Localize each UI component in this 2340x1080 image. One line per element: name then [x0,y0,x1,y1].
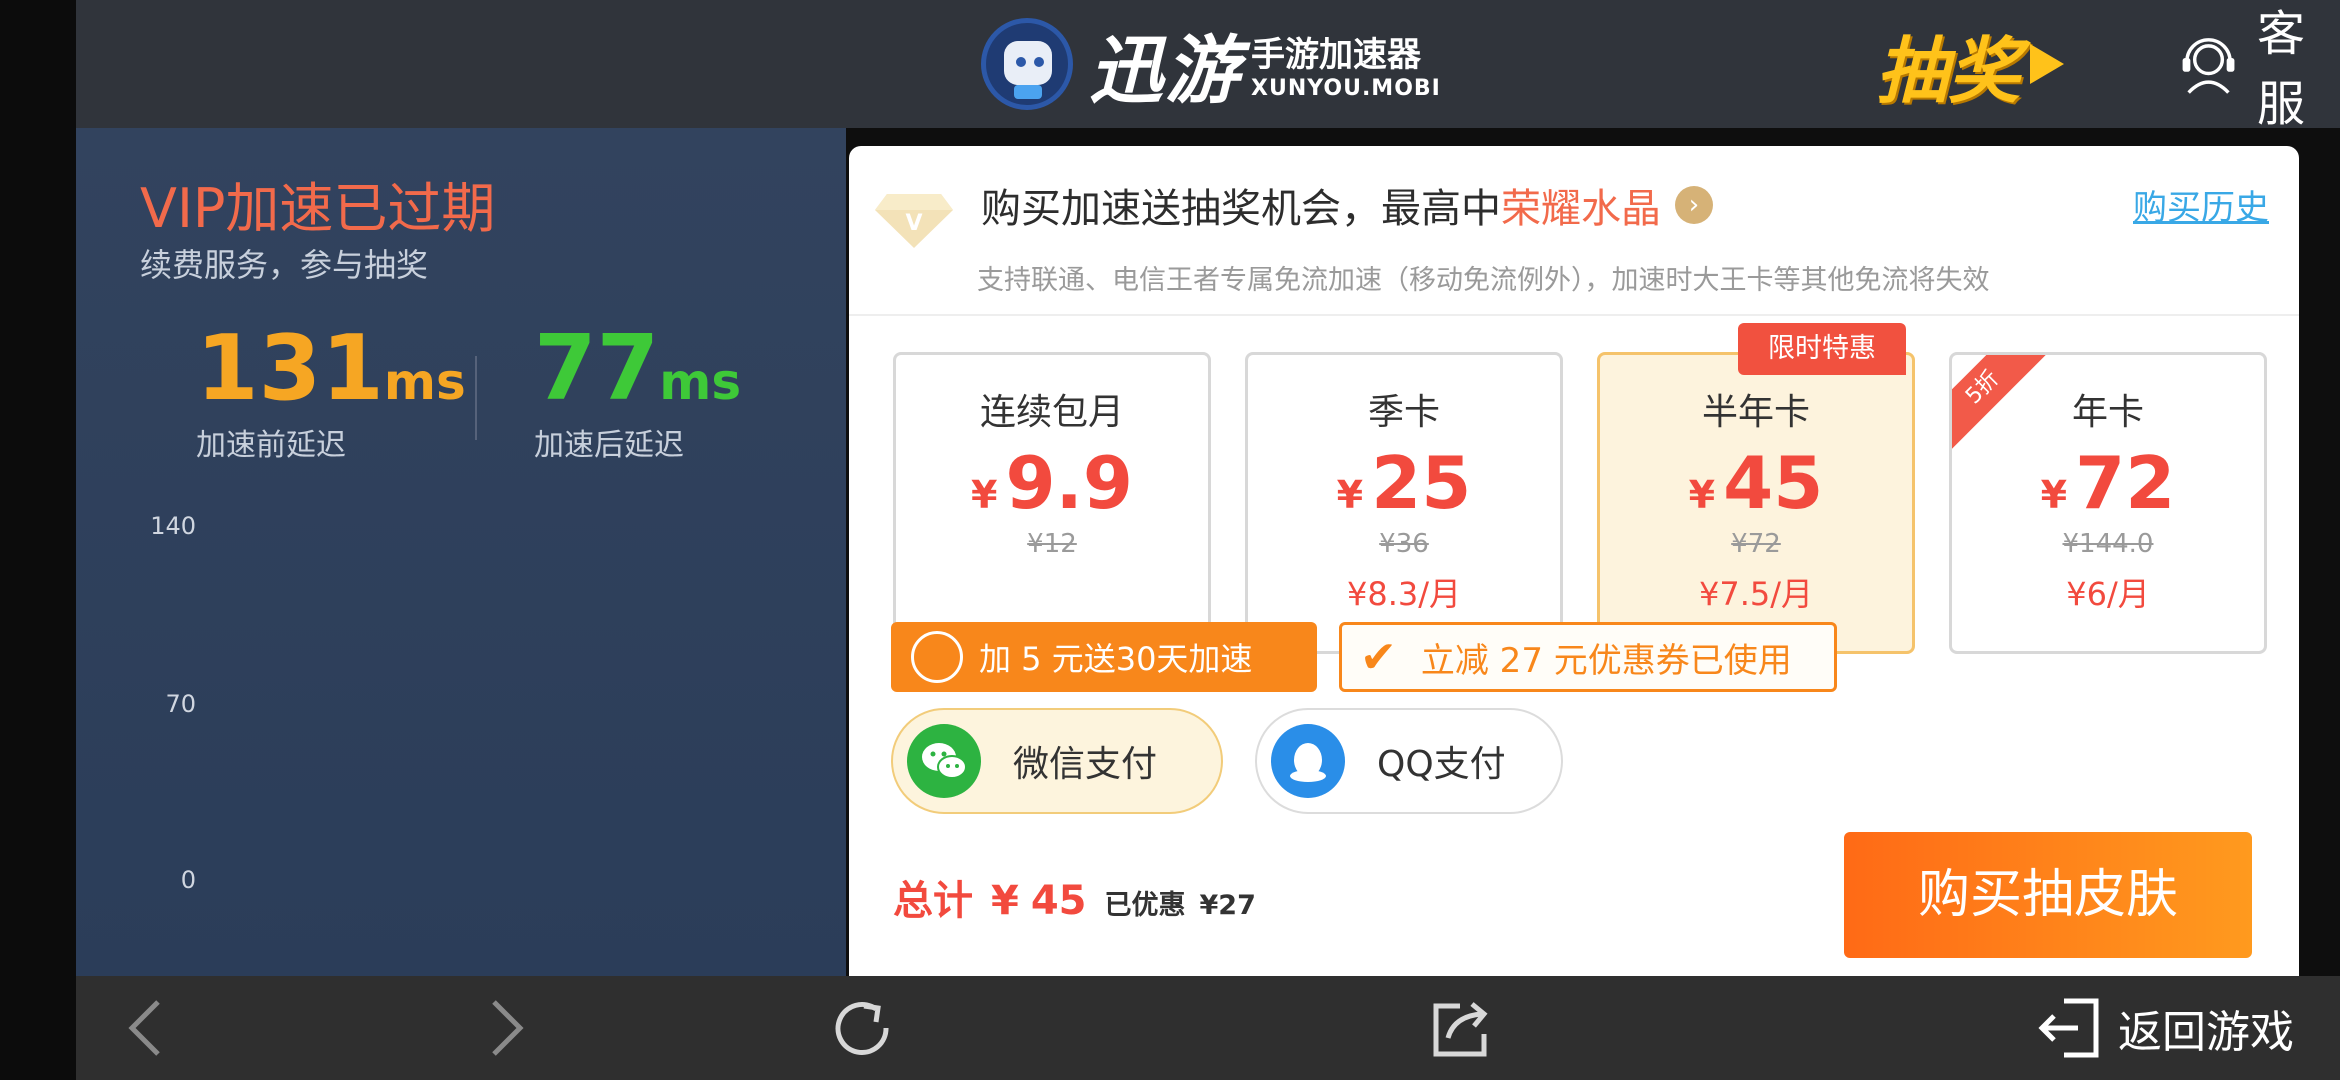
chart-tick-140: 140 [150,512,196,540]
qq-pay-button[interactable]: QQ支付 [1255,708,1563,814]
radio-circle-icon [911,631,963,683]
discount-value: ¥27 [1199,890,1256,921]
order-total: 总计 ¥ 45 已优惠 ¥27 [893,868,1256,926]
latency-before-label: 加速前延迟 [196,428,346,463]
lottery-button[interactable]: 抽奖 [1876,14,2065,114]
latency-after-unit: ms [659,353,742,411]
app-logo: 迅游 手游加速器 XUNYOU.MOBI [981,12,1441,116]
chart-tick-0: 0 [180,866,196,894]
vip-status-subtitle: 续费服务，参与抽奖 [140,246,429,284]
promo-title: 购买加速送抽奖机会，最高中 荣耀水晶 › [981,176,1713,234]
play-arrow-icon [2030,44,2065,84]
plan-original-price: ¥144.0 [2062,529,2154,559]
robot-logo-icon [981,18,1073,110]
customer-service-button[interactable]: 客服 [2180,6,2340,132]
checkmark-icon: ✔ [1360,631,1397,683]
purchase-card: V 购买加速送抽奖机会，最高中 荣耀水晶 › 购买历史 支持联通、电信王者专属免流… [849,146,2299,976]
plan-price: ¥9.9 [971,441,1133,525]
plan-name: 连续包月 [979,392,1124,433]
total-label: 总计 [893,878,973,924]
vip-gem-icon: V [875,194,953,248]
plan-half-year[interactable]: 半年卡 ¥45 ¥72 ¥7.5/月 [1597,352,1915,654]
headset-icon [2182,38,2235,94]
latency-before-value: 131 [196,316,384,421]
qq-penguin-icon [1271,724,1345,798]
status-panel: VIP加速已过期 续费服务，参与抽奖 131ms 加速前延迟 77ms 加速后延… [76,128,846,976]
promo-prefix: 购买加速送抽奖机会，最高中 [981,186,1501,232]
bottom-nav-bar: 返回游戏 [76,976,2340,1080]
plan-original-price: ¥72 [1731,529,1781,559]
promo-arrow-icon[interactable]: › [1675,186,1713,224]
discount-label: 已优惠 [1104,890,1186,921]
forward-button[interactable] [476,990,536,1066]
logo-main-text: 迅游 [1089,27,1241,114]
total-currency: ¥ [991,878,1019,924]
coupon-option-label: 立减 27 元优惠券已使用 [1420,640,1792,681]
plan-per-month: ¥7.5/月 [1698,575,1814,613]
return-to-game-button[interactable]: 返回游戏 [2034,990,2294,1066]
plan-original-price: ¥36 [1379,529,1429,559]
limited-offer-tag: 限时特惠 [1738,323,1906,375]
latency-divider [475,356,477,440]
wechat-pay-button[interactable]: 微信支付 [891,708,1223,814]
plan-price: ¥45 [1688,441,1824,525]
plan-per-month: ¥8.3/月 [1346,575,1462,613]
latency-after-value: 77 [534,316,660,421]
plan-name: 半年卡 [1701,392,1810,433]
plan-price: ¥25 [1336,441,1472,525]
chevron-left-icon [128,1000,160,1056]
return-label: 返回游戏 [2118,1007,2294,1058]
plan-original-price: ¥12 [1027,529,1077,559]
top-bar: 迅游 手游加速器 XUNYOU.MOBI 抽奖 客服 [76,0,2340,132]
latency-before: 131ms 加速前延迟 [196,324,466,464]
promo-note: 支持联通、电信王者专属免流加速（移动免流例外），加速时大王卡等其他免流将失效 [977,265,1990,296]
share-icon [1433,1002,1488,1057]
chart-tick-70: 70 [165,690,196,718]
refresh-button[interactable] [824,990,900,1066]
plan-yearly[interactable]: 5折 年卡 ¥72 ¥144.0 ¥6/月 [1949,352,2267,654]
promo-highlight: 荣耀水晶 [1501,186,1661,232]
vip-status-title: VIP加速已过期 [140,177,496,240]
svg-text:V: V [905,211,922,236]
service-label: 客服 [2257,6,2306,132]
lottery-label: 抽奖 [1876,28,2021,113]
left-edge-strip [0,0,76,1080]
qq-pay-label: QQ支付 [1377,744,1506,785]
addon-option-toggle[interactable]: 加 5 元送30天加速 [891,622,1317,692]
plan-per-month: ¥6/月 [2066,575,2150,613]
plan-monthly[interactable]: 连续包月 ¥9.9 ¥12 [893,352,1211,654]
total-value: 45 [1030,878,1087,924]
share-button[interactable] [1424,990,1500,1066]
plan-price: ¥72 [2040,441,2176,525]
exit-icon [2038,998,2099,1058]
latency-after: 77ms 加速后延迟 [534,324,741,464]
wechat-icon [907,724,981,798]
wechat-pay-label: 微信支付 [1013,744,1158,785]
latency-after-label: 加速后延迟 [534,428,684,463]
latency-before-unit: ms [383,353,466,411]
buy-button[interactable]: 购买抽皮肤 [1844,832,2252,958]
back-button[interactable] [116,990,176,1066]
purchase-history-link[interactable]: 购买历史 [2133,180,2269,229]
logo-domain-text: XUNYOU.MOBI [1251,76,1441,101]
card-divider [849,314,2299,316]
logo-sub-text: 手游加速器 [1251,35,1421,75]
chevron-right-icon [492,1000,524,1056]
plan-name: 季卡 [1367,392,1440,433]
refresh-icon [835,1002,889,1055]
addon-option-label: 加 5 元送30天加速 [979,640,1253,678]
coupon-option[interactable]: ✔ 立减 27 元优惠券已使用 [1339,622,1837,692]
plan-quarterly[interactable]: 季卡 ¥25 ¥36 ¥8.3/月 [1245,352,1563,654]
